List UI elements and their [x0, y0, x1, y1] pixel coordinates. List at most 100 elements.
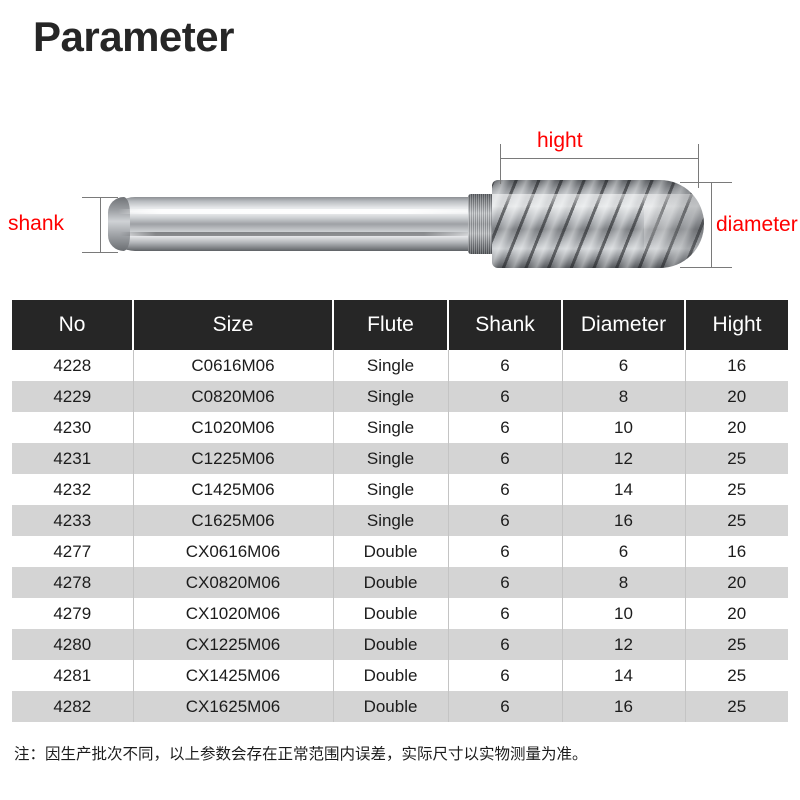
table-row: 4281 CX1425M06 Double 6 14 25: [12, 660, 788, 691]
cell-size: CX1625M06: [133, 691, 334, 722]
table-body: 4228 C0616M06 Single 6 6 16 4229 C0820M06 Single…: [12, 350, 788, 722]
cell-shank: 6: [448, 598, 563, 629]
cell-no: 4233: [12, 505, 134, 536]
cell-hight: 20: [727, 386, 747, 406]
cell-flute: Single: [333, 350, 449, 381]
table-row: 4279 CX1020M06 Double 6 10 20: [12, 598, 788, 629]
cell-hight: 25: [727, 665, 747, 685]
hight-dimension-line: [500, 158, 698, 159]
hight-label: hight: [537, 129, 583, 152]
burr-nose-shading: [644, 180, 704, 268]
shank-shadow-line: [120, 232, 478, 236]
cell-size: CX1020M06: [133, 598, 334, 629]
burr-cutting-head: [492, 180, 704, 268]
cell-size: C1625M06: [133, 505, 334, 536]
cell-flute: Double: [333, 536, 449, 567]
cell-diameter: 12: [562, 443, 686, 474]
table-row: 4233 C1625M06 Single 6 16 25: [12, 505, 788, 536]
cell-flute: Single: [333, 505, 449, 536]
specification-table: No Size Flute Shank Diameter Hight 4228 C…: [12, 300, 788, 722]
table-row: 4277 CX0616M06 Double 6 6 16: [12, 536, 788, 567]
cell-shank: 6: [448, 691, 563, 722]
burr-collar-texture: [468, 194, 494, 254]
cell-no: 4280: [12, 629, 134, 660]
cell-size: C1020M06: [133, 412, 334, 443]
cell-shank: 6: [448, 660, 563, 691]
shank-dimension-tick-top: [82, 197, 118, 198]
cell-no: 4232: [12, 474, 134, 505]
cell-hight: 16: [727, 541, 747, 561]
cell-hight: 16: [727, 355, 747, 375]
cell-size: C1225M06: [133, 443, 334, 474]
cell-flute: Double: [333, 660, 449, 691]
diameter-label: diameter: [716, 213, 798, 236]
burr-shank-end-cap: [108, 197, 130, 251]
cell-shank: 6: [448, 536, 563, 567]
cell-no: 4231: [12, 443, 134, 474]
cell-shank: 6: [448, 381, 563, 412]
cell-no: 4229: [12, 381, 134, 412]
cell-size: CX0616M06: [133, 536, 334, 567]
shank-label: shank: [8, 212, 65, 235]
cell-no: 4279: [12, 598, 134, 629]
cell-flute: Single: [333, 381, 449, 412]
column-header-diameter: Diameter: [562, 300, 686, 350]
shank-dimension-tick-bot: [82, 252, 118, 253]
cell-size: CX1225M06: [133, 629, 334, 660]
cell-no: 4282: [12, 691, 134, 722]
cell-hight: 25: [727, 510, 747, 530]
table-header-row: No Size Flute Shank Diameter Hight: [12, 300, 788, 350]
column-header-no: No: [12, 300, 134, 350]
table-row: 4230 C1020M06 Single 6 10 20: [12, 412, 788, 443]
cell-hight: 20: [727, 572, 747, 592]
cell-size: C0616M06: [133, 350, 334, 381]
cell-flute: Single: [333, 412, 449, 443]
cell-shank: 6: [448, 412, 563, 443]
table-row: 4231 C1225M06 Single 6 12 25: [12, 443, 788, 474]
cell-hight: 25: [727, 634, 747, 654]
cell-shank: 6: [448, 567, 563, 598]
cell-diameter: 16: [562, 691, 686, 722]
cell-hight: 20: [727, 603, 747, 623]
cell-size: C1425M06: [133, 474, 334, 505]
cell-no: 4281: [12, 660, 134, 691]
cell-size: C0820M06: [133, 381, 334, 412]
shank-highlight: [118, 209, 478, 214]
shank-dimension-line: [100, 197, 101, 253]
table-row: 4228 C0616M06 Single 6 6 16: [12, 350, 788, 381]
cell-diameter: 12: [562, 629, 686, 660]
cell-hight: 25: [727, 479, 747, 499]
cell-diameter: 14: [562, 474, 686, 505]
cell-flute: Double: [333, 691, 449, 722]
cell-diameter: 16: [562, 505, 686, 536]
cell-hight: 25: [727, 448, 747, 468]
burr-shank: [108, 197, 483, 251]
cell-flute: Single: [333, 443, 449, 474]
cell-shank: 6: [448, 505, 563, 536]
cell-hight: 20: [727, 417, 747, 437]
page-title: Parameter: [33, 13, 234, 60]
cell-diameter: 10: [562, 412, 686, 443]
footnote-text: 注：因生产批次不同，以上参数会存在正常范围内误差，实际尺寸以实物测量为准。: [14, 746, 588, 763]
cell-diameter: 6: [562, 536, 686, 567]
cell-diameter: 6: [562, 350, 686, 381]
table-header: No Size Flute Shank Diameter Hight: [12, 300, 788, 350]
diameter-dimension-tick-top: [680, 182, 732, 183]
cell-shank: 6: [448, 629, 563, 660]
cell-hight: 25: [727, 696, 747, 716]
table-row: 4278 CX0820M06 Double 6 8 20: [12, 567, 788, 598]
table-row: 4280 CX1225M06 Double 6 12 25: [12, 629, 788, 660]
cell-flute: Double: [333, 567, 449, 598]
column-header-hight: Hight: [685, 300, 788, 350]
cell-diameter: 8: [562, 567, 686, 598]
cell-diameter: 14: [562, 660, 686, 691]
product-figure: shank hight diameter: [0, 110, 800, 290]
cell-size: CX0820M06: [133, 567, 334, 598]
column-header-flute: Flute: [333, 300, 449, 350]
cell-no: 4230: [12, 412, 134, 443]
cell-shank: 6: [448, 474, 563, 505]
cell-no: 4277: [12, 536, 134, 567]
cell-flute: Single: [333, 474, 449, 505]
cell-shank: 6: [448, 350, 563, 381]
cell-diameter: 10: [562, 598, 686, 629]
